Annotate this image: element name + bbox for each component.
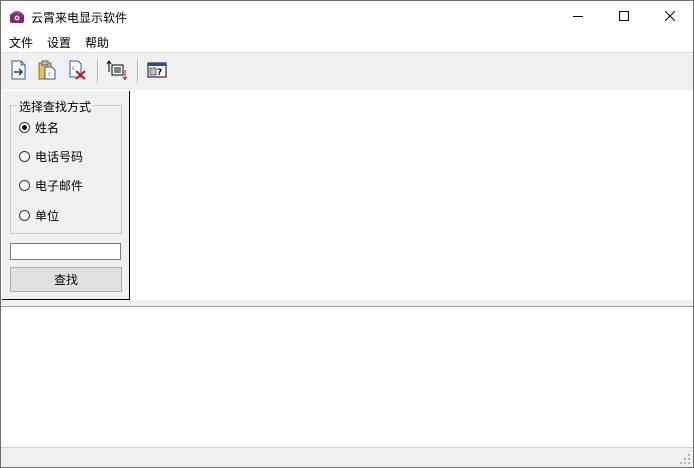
radio-option-company[interactable]: 单位 bbox=[19, 207, 59, 223]
resize-grip-icon[interactable] bbox=[679, 453, 691, 465]
minimize-button[interactable] bbox=[555, 1, 601, 31]
status-bar bbox=[1, 447, 693, 467]
svg-text:c: c bbox=[72, 65, 75, 72]
radio-label: 单位 bbox=[35, 208, 60, 223]
phone-app-icon bbox=[9, 8, 25, 24]
import-icon bbox=[11, 60, 26, 80]
import-button[interactable] bbox=[6, 58, 30, 82]
svg-text:c: c bbox=[48, 71, 51, 78]
svg-text:?: ? bbox=[157, 68, 162, 78]
minimize-icon bbox=[573, 16, 583, 17]
radio-label: 姓名 bbox=[35, 120, 60, 135]
maximize-icon bbox=[619, 11, 629, 21]
close-icon bbox=[665, 11, 675, 21]
menu-help[interactable]: 帮助 bbox=[85, 34, 109, 51]
toolbar-separator bbox=[97, 59, 99, 83]
sort-button[interactable] bbox=[105, 58, 129, 82]
radio-checked-icon[interactable] bbox=[19, 121, 30, 133]
radio-option-phone[interactable]: 电话号码 bbox=[19, 148, 83, 164]
radio-label: 电话号码 bbox=[35, 149, 84, 164]
maximize-button[interactable] bbox=[601, 1, 647, 31]
delete-button[interactable]: c bbox=[65, 58, 89, 82]
toolbar: c c ? bbox=[1, 52, 693, 90]
toolbar-separator bbox=[137, 59, 139, 83]
radio-unchecked-icon[interactable] bbox=[19, 179, 30, 191]
sort-icon bbox=[106, 60, 128, 80]
radio-option-email[interactable]: 电子邮件 bbox=[19, 177, 83, 193]
paste-icon: c bbox=[38, 60, 56, 80]
radio-label: 电子邮件 bbox=[35, 178, 84, 193]
menu-file[interactable]: 文件 bbox=[9, 34, 33, 51]
paste-button[interactable]: c bbox=[35, 58, 59, 82]
window-title: 云霄来电显示软件 bbox=[31, 11, 128, 25]
about-icon: ? bbox=[147, 62, 167, 78]
menu-bar: 文件 设置 帮助 bbox=[1, 31, 693, 51]
search-input[interactable] bbox=[10, 243, 121, 260]
radio-option-name[interactable]: 姓名 bbox=[19, 119, 59, 135]
main-window: 云霄来电显示软件 文件 设置 帮助 c c ? 选择查找方式 姓名 电话号码 电… bbox=[0, 0, 694, 468]
search-button[interactable]: 查找 bbox=[10, 267, 122, 292]
title-bar[interactable]: 云霄来电显示软件 bbox=[1, 1, 693, 31]
pane-splitter[interactable] bbox=[1, 300, 693, 307]
radio-unchecked-icon[interactable] bbox=[19, 150, 30, 162]
radio-unchecked-icon[interactable] bbox=[19, 209, 30, 221]
search-method-title: 选择查找方式 bbox=[17, 98, 94, 115]
contact-detail-area[interactable] bbox=[131, 91, 693, 300]
result-list-area[interactable] bbox=[1, 308, 693, 447]
search-panel: 选择查找方式 姓名 电话号码 电子邮件 单位 查找 bbox=[2, 91, 130, 300]
menu-settings[interactable]: 设置 bbox=[47, 34, 71, 51]
delete-icon: c bbox=[69, 60, 86, 80]
close-button[interactable] bbox=[647, 1, 693, 31]
about-button[interactable]: ? bbox=[145, 58, 169, 82]
